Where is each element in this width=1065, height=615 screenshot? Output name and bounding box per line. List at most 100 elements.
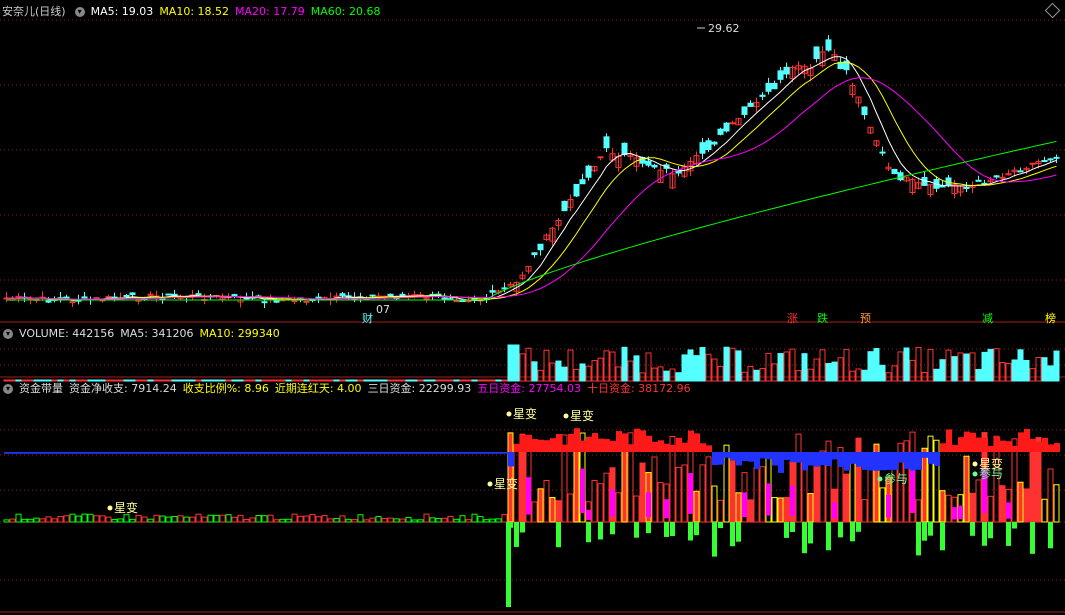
ma10-line (6, 61, 1057, 301)
fund-bar (987, 495, 994, 523)
fund-strip-bar (1018, 432, 1024, 452)
fund-strip-bar (1000, 440, 1006, 452)
fund-strip-bar (964, 431, 970, 452)
fund-strip-bar (22, 452, 28, 454)
fund-strip-bar (166, 452, 172, 454)
fund-bar (537, 488, 544, 523)
fund-strip-bar (460, 452, 466, 454)
volume-bar (633, 355, 640, 382)
fund-bar (63, 515, 70, 523)
fund-strip-bar (106, 452, 112, 454)
fund-strip-bar (370, 452, 376, 454)
fund-bar (357, 514, 364, 523)
event-tag-list[interactable]: 榜 (1045, 312, 1056, 326)
fund-bar (165, 516, 172, 523)
collapse-icon[interactable]: ▾ (3, 329, 13, 339)
volume-bar (807, 368, 814, 382)
candle-body (459, 300, 466, 303)
event-tag-finance[interactable]: 财 (362, 312, 373, 326)
fund-strip-bar (310, 452, 316, 454)
fund-strip-bar (28, 452, 34, 454)
fund-bar (183, 516, 190, 523)
signal-dot (487, 481, 493, 487)
volume-bar (849, 370, 856, 382)
candle-body (231, 294, 238, 297)
fund-bar (495, 518, 502, 523)
fund-strip-bar (610, 440, 616, 452)
candle-body (723, 122, 730, 132)
kline-chart[interactable]: 29.6207星变星变星变 星变参与 参与星变 (0, 0, 1065, 615)
fund-strip-bar (652, 441, 658, 452)
fund-bar (207, 514, 214, 523)
fund-bar-negative (520, 522, 525, 533)
candle-body (81, 296, 88, 299)
fund-bar (795, 433, 802, 523)
signal-dot (877, 476, 883, 482)
fund-bar (639, 462, 646, 523)
fund-strip-bar (454, 452, 460, 454)
fund-strip-bar (190, 452, 196, 454)
event-tag-rise[interactable]: 涨 (787, 312, 798, 326)
fund-bar (711, 485, 718, 523)
event-tag-forecast[interactable]: 预 (860, 312, 871, 326)
fund-bar (855, 437, 862, 523)
fund-bar-magenta (910, 468, 915, 514)
candle-body (315, 296, 322, 299)
fund-strip-bar (208, 452, 214, 454)
fund-bar (843, 473, 850, 523)
fund-bar (81, 513, 88, 523)
fund-strip-bar (322, 452, 328, 454)
fund-strip-bar (1054, 443, 1060, 452)
fund-strip-bar (928, 452, 934, 464)
fund-strip-bar (496, 452, 502, 454)
fund-bar-magenta (688, 473, 693, 514)
fund-ratio: 收支比例%: 8.96 (182, 382, 269, 395)
fund-bar-negative (506, 522, 511, 607)
candle-body (717, 128, 724, 135)
event-tag-reduce[interactable]: 减 (982, 312, 993, 326)
fund-strip-bar (46, 452, 52, 454)
fund-strip-bar (532, 438, 538, 452)
fund-strip-bar (940, 443, 946, 452)
fund-strip-bar (202, 452, 208, 454)
fund-bar-negative (688, 522, 693, 541)
fund-bar-negative (856, 522, 861, 532)
fund-strip-bar (514, 443, 520, 452)
volume-bar (939, 359, 946, 382)
fund-strip-bar (832, 452, 838, 460)
fund-bar (861, 499, 868, 523)
candle-body (729, 122, 736, 125)
candle-body (747, 102, 754, 107)
fund-bar (3, 519, 10, 523)
candle-body (339, 293, 346, 296)
fund-strip-bar (808, 452, 814, 466)
volume-bar (1023, 359, 1030, 382)
fund-strip-bar (658, 440, 664, 452)
candle-body (975, 179, 982, 182)
event-tag-fall[interactable]: 跌 (817, 312, 828, 326)
volume-bar (813, 358, 820, 382)
volume-bar (771, 363, 778, 382)
volume-bar (579, 363, 586, 382)
fund-strip-bar (1030, 438, 1036, 452)
fund-bar (153, 514, 160, 523)
fund-bar (975, 479, 982, 523)
fund-bar (405, 516, 412, 523)
fund-strip-bar (820, 452, 826, 466)
fund-bar-magenta (832, 502, 837, 519)
fund-bar (813, 464, 820, 523)
fund-bar-magenta (646, 492, 651, 518)
collapse-icon[interactable]: ▾ (3, 384, 13, 394)
fund-bar-negative (736, 522, 741, 542)
fund-bar-negative (808, 522, 813, 544)
collapse-icon[interactable]: ▾ (74, 7, 85, 17)
volume-bar (711, 358, 718, 382)
fund-strip-bar (538, 439, 544, 452)
fund-strip-bar (94, 452, 100, 454)
fund-bar (1029, 441, 1036, 523)
fund-bar (87, 513, 94, 523)
fund-strip-bar (382, 452, 388, 454)
candle-body (603, 136, 610, 149)
fund-strip-bar (394, 452, 400, 454)
volume-bar (867, 351, 874, 382)
